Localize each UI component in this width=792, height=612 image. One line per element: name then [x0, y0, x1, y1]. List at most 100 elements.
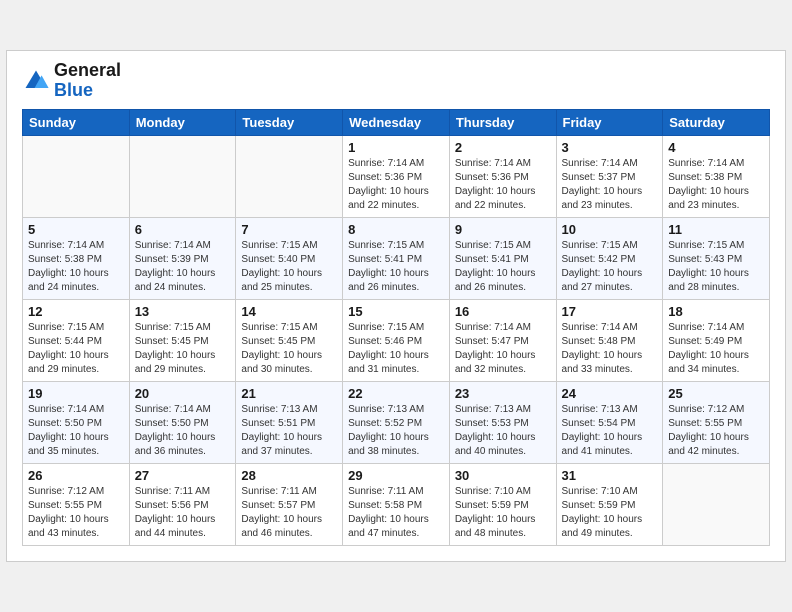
calendar-cell: 1 Sunrise: 7:14 AM Sunset: 5:36 PM Daylig… [343, 135, 450, 217]
day-info: Sunrise: 7:15 AM Sunset: 5:46 PM Dayligh… [348, 321, 444, 377]
day-info: Sunrise: 7:14 AM Sunset: 5:48 PM Dayligh… [562, 321, 658, 377]
day-number: 4 [668, 140, 764, 155]
day-number: 11 [668, 222, 764, 237]
day-info: Sunrise: 7:14 AM Sunset: 5:37 PM Dayligh… [562, 157, 658, 213]
calendar-cell: 27 Sunrise: 7:11 AM Sunset: 5:56 PM Dayli… [129, 463, 236, 545]
day-number: 10 [562, 222, 658, 237]
day-number: 30 [455, 468, 551, 483]
calendar-cell: 30 Sunrise: 7:10 AM Sunset: 5:59 PM Dayli… [449, 463, 556, 545]
week-row-2: 5 Sunrise: 7:14 AM Sunset: 5:38 PM Daylig… [23, 217, 770, 299]
day-info: Sunrise: 7:15 AM Sunset: 5:41 PM Dayligh… [455, 239, 551, 295]
day-number: 9 [455, 222, 551, 237]
day-number: 8 [348, 222, 444, 237]
logo: General Blue [22, 61, 121, 101]
calendar-cell: 2Sunrise: 7:14 AM Sunset: 5:36 PM Daylig… [449, 135, 556, 217]
calendar-cell: 15 Sunrise: 7:15 AM Sunset: 5:46 PM Dayli… [343, 299, 450, 381]
weekday-header-wednesday: Wednesday [343, 109, 450, 135]
day-number: 1 [348, 140, 444, 155]
day-info: Sunrise: 7:15 AM Sunset: 5:45 PM Dayligh… [135, 321, 231, 377]
calendar-cell: 24 Sunrise: 7:13 AM Sunset: 5:54 PM Dayli… [556, 381, 663, 463]
day-info: Sunrise: 7:15 AM Sunset: 5:40 PM Dayligh… [241, 239, 337, 295]
day-number: 23 [455, 386, 551, 401]
day-number: 26 [28, 468, 124, 483]
day-info: Sunrise: 7:14 AM Sunset: 5:38 PM Dayligh… [668, 157, 764, 213]
calendar-cell: 26Sunrise: 7:12 AM Sunset: 5:55 PM Dayli… [23, 463, 130, 545]
day-number: 6 [135, 222, 231, 237]
day-number: 12 [28, 304, 124, 319]
day-info: Sunrise: 7:10 AM Sunset: 5:59 PM Dayligh… [562, 485, 658, 541]
calendar-cell: 25 Sunrise: 7:12 AM Sunset: 5:55 PM Dayli… [663, 381, 770, 463]
logo-text: General Blue [54, 61, 121, 101]
day-number: 15 [348, 304, 444, 319]
calendar-table: SundayMondayTuesdayWednesdayThursdayFrid… [22, 109, 770, 546]
calendar-cell: 23Sunrise: 7:13 AM Sunset: 5:53 PM Dayli… [449, 381, 556, 463]
calendar-cell: 11 Sunrise: 7:15 AM Sunset: 5:43 PM Dayli… [663, 217, 770, 299]
day-info: Sunrise: 7:14 AM Sunset: 5:38 PM Dayligh… [28, 239, 124, 295]
day-number: 22 [348, 386, 444, 401]
calendar-cell: 5 Sunrise: 7:14 AM Sunset: 5:38 PM Daylig… [23, 217, 130, 299]
day-number: 5 [28, 222, 124, 237]
day-number: 28 [241, 468, 337, 483]
week-row-3: 12 Sunrise: 7:15 AM Sunset: 5:44 PM Dayli… [23, 299, 770, 381]
calendar-cell: 13 Sunrise: 7:15 AM Sunset: 5:45 PM Dayli… [129, 299, 236, 381]
weekday-header-sunday: Sunday [23, 109, 130, 135]
day-number: 31 [562, 468, 658, 483]
calendar-cell [129, 135, 236, 217]
weekday-header-monday: Monday [129, 109, 236, 135]
calendar-cell: 21 Sunrise: 7:13 AM Sunset: 5:51 PM Dayli… [236, 381, 343, 463]
day-number: 16 [455, 304, 551, 319]
day-number: 17 [562, 304, 658, 319]
calendar-cell: 7 Sunrise: 7:15 AM Sunset: 5:40 PM Daylig… [236, 217, 343, 299]
calendar-cell: 29Sunrise: 7:11 AM Sunset: 5:58 PM Dayli… [343, 463, 450, 545]
day-info: Sunrise: 7:15 AM Sunset: 5:41 PM Dayligh… [348, 239, 444, 295]
calendar-cell: 22Sunrise: 7:13 AM Sunset: 5:52 PM Dayli… [343, 381, 450, 463]
day-number: 2 [455, 140, 551, 155]
calendar-cell: 14Sunrise: 7:15 AM Sunset: 5:45 PM Dayli… [236, 299, 343, 381]
day-number: 29 [348, 468, 444, 483]
calendar-cell: 18 Sunrise: 7:14 AM Sunset: 5:49 PM Dayli… [663, 299, 770, 381]
week-row-1: 1 Sunrise: 7:14 AM Sunset: 5:36 PM Daylig… [23, 135, 770, 217]
calendar-cell [23, 135, 130, 217]
calendar-cell: 16 Sunrise: 7:14 AM Sunset: 5:47 PM Dayli… [449, 299, 556, 381]
day-number: 27 [135, 468, 231, 483]
day-info: Sunrise: 7:10 AM Sunset: 5:59 PM Dayligh… [455, 485, 551, 541]
calendar-cell [663, 463, 770, 545]
calendar-cell: 19 Sunrise: 7:14 AM Sunset: 5:50 PM Dayli… [23, 381, 130, 463]
day-number: 24 [562, 386, 658, 401]
day-info: Sunrise: 7:11 AM Sunset: 5:57 PM Dayligh… [241, 485, 337, 541]
day-info: Sunrise: 7:12 AM Sunset: 5:55 PM Dayligh… [668, 403, 764, 459]
day-info: Sunrise: 7:15 AM Sunset: 5:45 PM Dayligh… [241, 321, 337, 377]
day-info: Sunrise: 7:15 AM Sunset: 5:43 PM Dayligh… [668, 239, 764, 295]
day-info: Sunrise: 7:13 AM Sunset: 5:51 PM Dayligh… [241, 403, 337, 459]
day-info: Sunrise: 7:14 AM Sunset: 5:39 PM Dayligh… [135, 239, 231, 295]
day-info: Sunrise: 7:13 AM Sunset: 5:54 PM Dayligh… [562, 403, 658, 459]
day-info: Sunrise: 7:14 AM Sunset: 5:36 PM Dayligh… [348, 157, 444, 213]
day-info: Sunrise: 7:14 AM Sunset: 5:50 PM Dayligh… [28, 403, 124, 459]
day-info: Sunrise: 7:11 AM Sunset: 5:56 PM Dayligh… [135, 485, 231, 541]
day-info: Sunrise: 7:14 AM Sunset: 5:50 PM Dayligh… [135, 403, 231, 459]
calendar-container: General Blue SundayMondayTuesdayWednesda… [6, 50, 786, 562]
calendar-cell: 6 Sunrise: 7:14 AM Sunset: 5:39 PM Daylig… [129, 217, 236, 299]
logo-icon [22, 67, 50, 95]
weekday-header-saturday: Saturday [663, 109, 770, 135]
day-info: Sunrise: 7:14 AM Sunset: 5:47 PM Dayligh… [455, 321, 551, 377]
weekday-header-tuesday: Tuesday [236, 109, 343, 135]
day-info: Sunrise: 7:15 AM Sunset: 5:42 PM Dayligh… [562, 239, 658, 295]
day-number: 13 [135, 304, 231, 319]
calendar-cell [236, 135, 343, 217]
day-number: 25 [668, 386, 764, 401]
day-number: 7 [241, 222, 337, 237]
day-info: Sunrise: 7:14 AM Sunset: 5:49 PM Dayligh… [668, 321, 764, 377]
day-number: 21 [241, 386, 337, 401]
calendar-cell: 8 Sunrise: 7:15 AM Sunset: 5:41 PM Daylig… [343, 217, 450, 299]
day-number: 18 [668, 304, 764, 319]
calendar-cell: 31 Sunrise: 7:10 AM Sunset: 5:59 PM Dayli… [556, 463, 663, 545]
day-info: Sunrise: 7:15 AM Sunset: 5:44 PM Dayligh… [28, 321, 124, 377]
calendar-header: General Blue [22, 61, 770, 101]
week-row-5: 26Sunrise: 7:12 AM Sunset: 5:55 PM Dayli… [23, 463, 770, 545]
weekday-header-thursday: Thursday [449, 109, 556, 135]
day-number: 20 [135, 386, 231, 401]
calendar-cell: 10 Sunrise: 7:15 AM Sunset: 5:42 PM Dayli… [556, 217, 663, 299]
calendar-cell: 3Sunrise: 7:14 AM Sunset: 5:37 PM Daylig… [556, 135, 663, 217]
day-number: 19 [28, 386, 124, 401]
